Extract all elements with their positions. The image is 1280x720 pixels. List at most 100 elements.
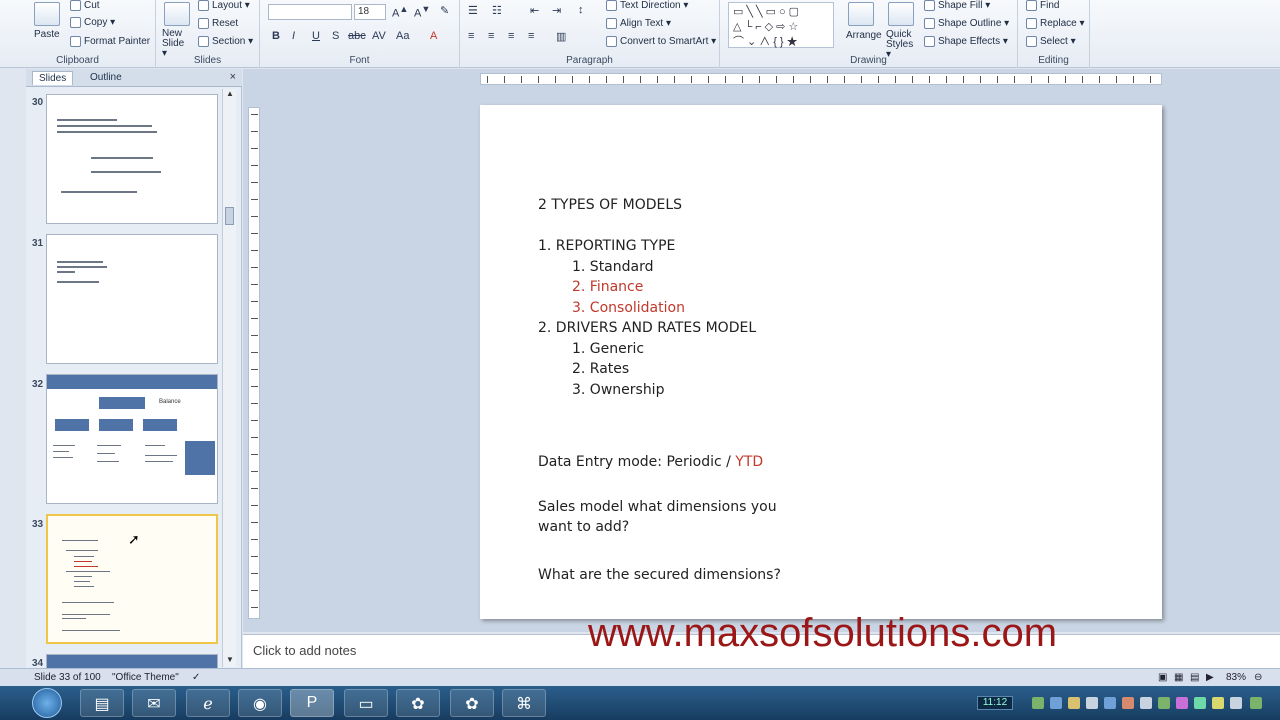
- tray-icon[interactable]: [1032, 697, 1044, 709]
- tray-icon[interactable]: [1050, 697, 1062, 709]
- taskbar-app-flower-1[interactable]: ✿: [396, 689, 440, 717]
- sales-question-line-1[interactable]: Sales model what dimensions you: [538, 499, 777, 515]
- list-subitem[interactable]: 3. Consolidation: [572, 300, 685, 316]
- list-subitem[interactable]: 1. Standard: [572, 259, 654, 275]
- align-center-icon[interactable]: ≡: [488, 30, 494, 42]
- shape-fill-button[interactable]: Shape Fill ▾: [924, 0, 990, 11]
- align-left-icon[interactable]: ≡: [468, 30, 474, 42]
- shape-effects-button[interactable]: Shape Effects ▾: [924, 36, 1008, 47]
- bullets-icon[interactable]: ☰: [468, 4, 478, 17]
- tab-slides[interactable]: Slides: [32, 71, 74, 85]
- shapes-gallery[interactable]: ▭╲╲▭○▢ △└⌐◇⇨☆ ⌒⌄∧{}★: [728, 2, 834, 48]
- taskbar-explorer[interactable]: ▤: [80, 689, 124, 717]
- taskbar-app-flower-2[interactable]: ✿: [450, 689, 494, 717]
- increase-indent-icon[interactable]: ⇥: [552, 4, 561, 17]
- taskbar-chrome[interactable]: ◉: [238, 689, 282, 717]
- taskbar-outlook[interactable]: ✉: [132, 689, 176, 717]
- tray-icon[interactable]: [1250, 697, 1262, 709]
- tray-icon[interactable]: [1122, 697, 1134, 709]
- list-subitem[interactable]: 2. Rates: [572, 361, 629, 377]
- shrink-font-icon[interactable]: A▼: [414, 4, 430, 20]
- spellcheck-icon[interactable]: ✓: [192, 672, 200, 683]
- tray-icon[interactable]: [1140, 697, 1152, 709]
- align-right-icon[interactable]: ≡: [508, 30, 514, 42]
- numbering-icon[interactable]: ☷: [492, 4, 502, 17]
- vertical-ruler[interactable]: [248, 107, 260, 619]
- section-button[interactable]: Section ▾: [198, 36, 253, 47]
- change-case-icon[interactable]: Aa: [396, 30, 409, 42]
- convert-smartart-button[interactable]: Convert to SmartArt ▾: [606, 36, 716, 47]
- char-spacing-icon[interactable]: AV: [372, 30, 386, 42]
- align-text-button[interactable]: Align Text ▾: [606, 18, 671, 29]
- tray-icon[interactable]: [1176, 697, 1188, 709]
- zoom-level[interactable]: 83%: [1226, 672, 1246, 683]
- format-painter-button[interactable]: Format Painter: [70, 36, 150, 47]
- list-subitem[interactable]: 3. Ownership: [572, 382, 664, 398]
- list-item[interactable]: 1. REPORTING TYPE: [538, 238, 675, 254]
- scroll-down-icon[interactable]: ▼: [223, 655, 237, 667]
- copy-button[interactable]: Copy ▾: [70, 17, 115, 28]
- font-size-box[interactable]: 18: [354, 4, 386, 20]
- taskbar-app[interactable]: ▭: [344, 689, 388, 717]
- columns-icon[interactable]: ▥: [556, 30, 566, 43]
- slideshow-icon[interactable]: ▶: [1206, 672, 1214, 683]
- tab-outline[interactable]: Outline: [84, 71, 128, 84]
- scrollbar-thumb[interactable]: [225, 207, 234, 225]
- cut-button[interactable]: Cut: [70, 0, 100, 11]
- tray-icon[interactable]: [1086, 697, 1098, 709]
- slide-thumbnail-32[interactable]: Balance: [46, 374, 218, 504]
- clear-formatting-icon[interactable]: ✎: [440, 4, 449, 17]
- paste-button[interactable]: Paste: [34, 29, 60, 40]
- shape-outline-button[interactable]: Shape Outline ▾: [924, 18, 1009, 29]
- thumb-text-line: [91, 171, 161, 173]
- line-spacing-icon[interactable]: ↕: [578, 4, 584, 16]
- slide-thumbnail-31[interactable]: [46, 234, 218, 364]
- italic-icon[interactable]: I: [292, 30, 295, 42]
- start-button[interactable]: [32, 688, 62, 718]
- sorter-view-icon[interactable]: ▦: [1174, 672, 1183, 683]
- secured-dimensions-question[interactable]: What are the secured dimensions?: [538, 567, 781, 583]
- normal-view-icon[interactable]: ▣: [1158, 672, 1167, 683]
- reading-view-icon[interactable]: ▤: [1190, 672, 1199, 683]
- list-subitem[interactable]: 1. Generic: [572, 341, 644, 357]
- font-name-box[interactable]: [268, 4, 352, 20]
- layout-button[interactable]: Layout ▾: [198, 0, 250, 11]
- notes-placeholder[interactable]: Click to add notes: [253, 643, 356, 658]
- arrange-button[interactable]: Arrange: [846, 30, 882, 41]
- list-subitem[interactable]: 2. Finance: [572, 279, 643, 295]
- tray-icon[interactable]: [1068, 697, 1080, 709]
- sales-question-line-2[interactable]: want to add?: [538, 519, 629, 535]
- reset-button[interactable]: Reset: [198, 18, 238, 29]
- scroll-up-icon[interactable]: ▲: [223, 89, 237, 101]
- taskbar-powerpoint[interactable]: P: [290, 689, 334, 717]
- strikethrough-icon[interactable]: abc: [348, 30, 366, 42]
- list-item[interactable]: 2. DRIVERS AND RATES MODEL: [538, 320, 756, 336]
- bold-icon[interactable]: B: [272, 30, 280, 42]
- slide-thumbnail-34[interactable]: [46, 654, 218, 669]
- tray-icon[interactable]: [1194, 697, 1206, 709]
- taskbar-app-network[interactable]: ⌘: [502, 689, 546, 717]
- shadow-icon[interactable]: S: [332, 30, 339, 42]
- grow-font-icon[interactable]: A▲: [392, 4, 408, 20]
- thumbnail-scrollbar[interactable]: ▲ ▼: [222, 89, 236, 667]
- font-color-icon[interactable]: A: [430, 30, 437, 42]
- horizontal-ruler[interactable]: [480, 73, 1162, 85]
- zoom-out-icon[interactable]: ⊖: [1254, 672, 1262, 683]
- replace-button[interactable]: Replace ▾: [1026, 18, 1085, 29]
- data-entry-line[interactable]: Data Entry mode: Periodic / YTD: [538, 454, 763, 470]
- underline-icon[interactable]: U: [312, 30, 320, 42]
- tray-icon[interactable]: [1212, 697, 1224, 709]
- select-button[interactable]: Select ▾: [1026, 36, 1076, 47]
- text-direction-button[interactable]: Text Direction ▾: [606, 0, 688, 11]
- close-icon[interactable]: ×: [230, 71, 236, 83]
- taskbar-ie[interactable]: ℯ: [186, 689, 230, 717]
- slide-thumbnail-30[interactable]: [46, 94, 218, 224]
- tray-icon[interactable]: [1104, 697, 1116, 709]
- justify-icon[interactable]: ≡: [528, 30, 534, 42]
- tray-icon[interactable]: [1158, 697, 1170, 709]
- find-button[interactable]: Find: [1026, 0, 1059, 11]
- slide-canvas[interactable]: 2 TYPES OF MODELS 1. REPORTING TYPE 1. S…: [480, 105, 1162, 619]
- slide-title[interactable]: 2 TYPES OF MODELS: [538, 197, 682, 213]
- tray-icon[interactable]: [1230, 697, 1242, 709]
- decrease-indent-icon[interactable]: ⇤: [530, 4, 539, 17]
